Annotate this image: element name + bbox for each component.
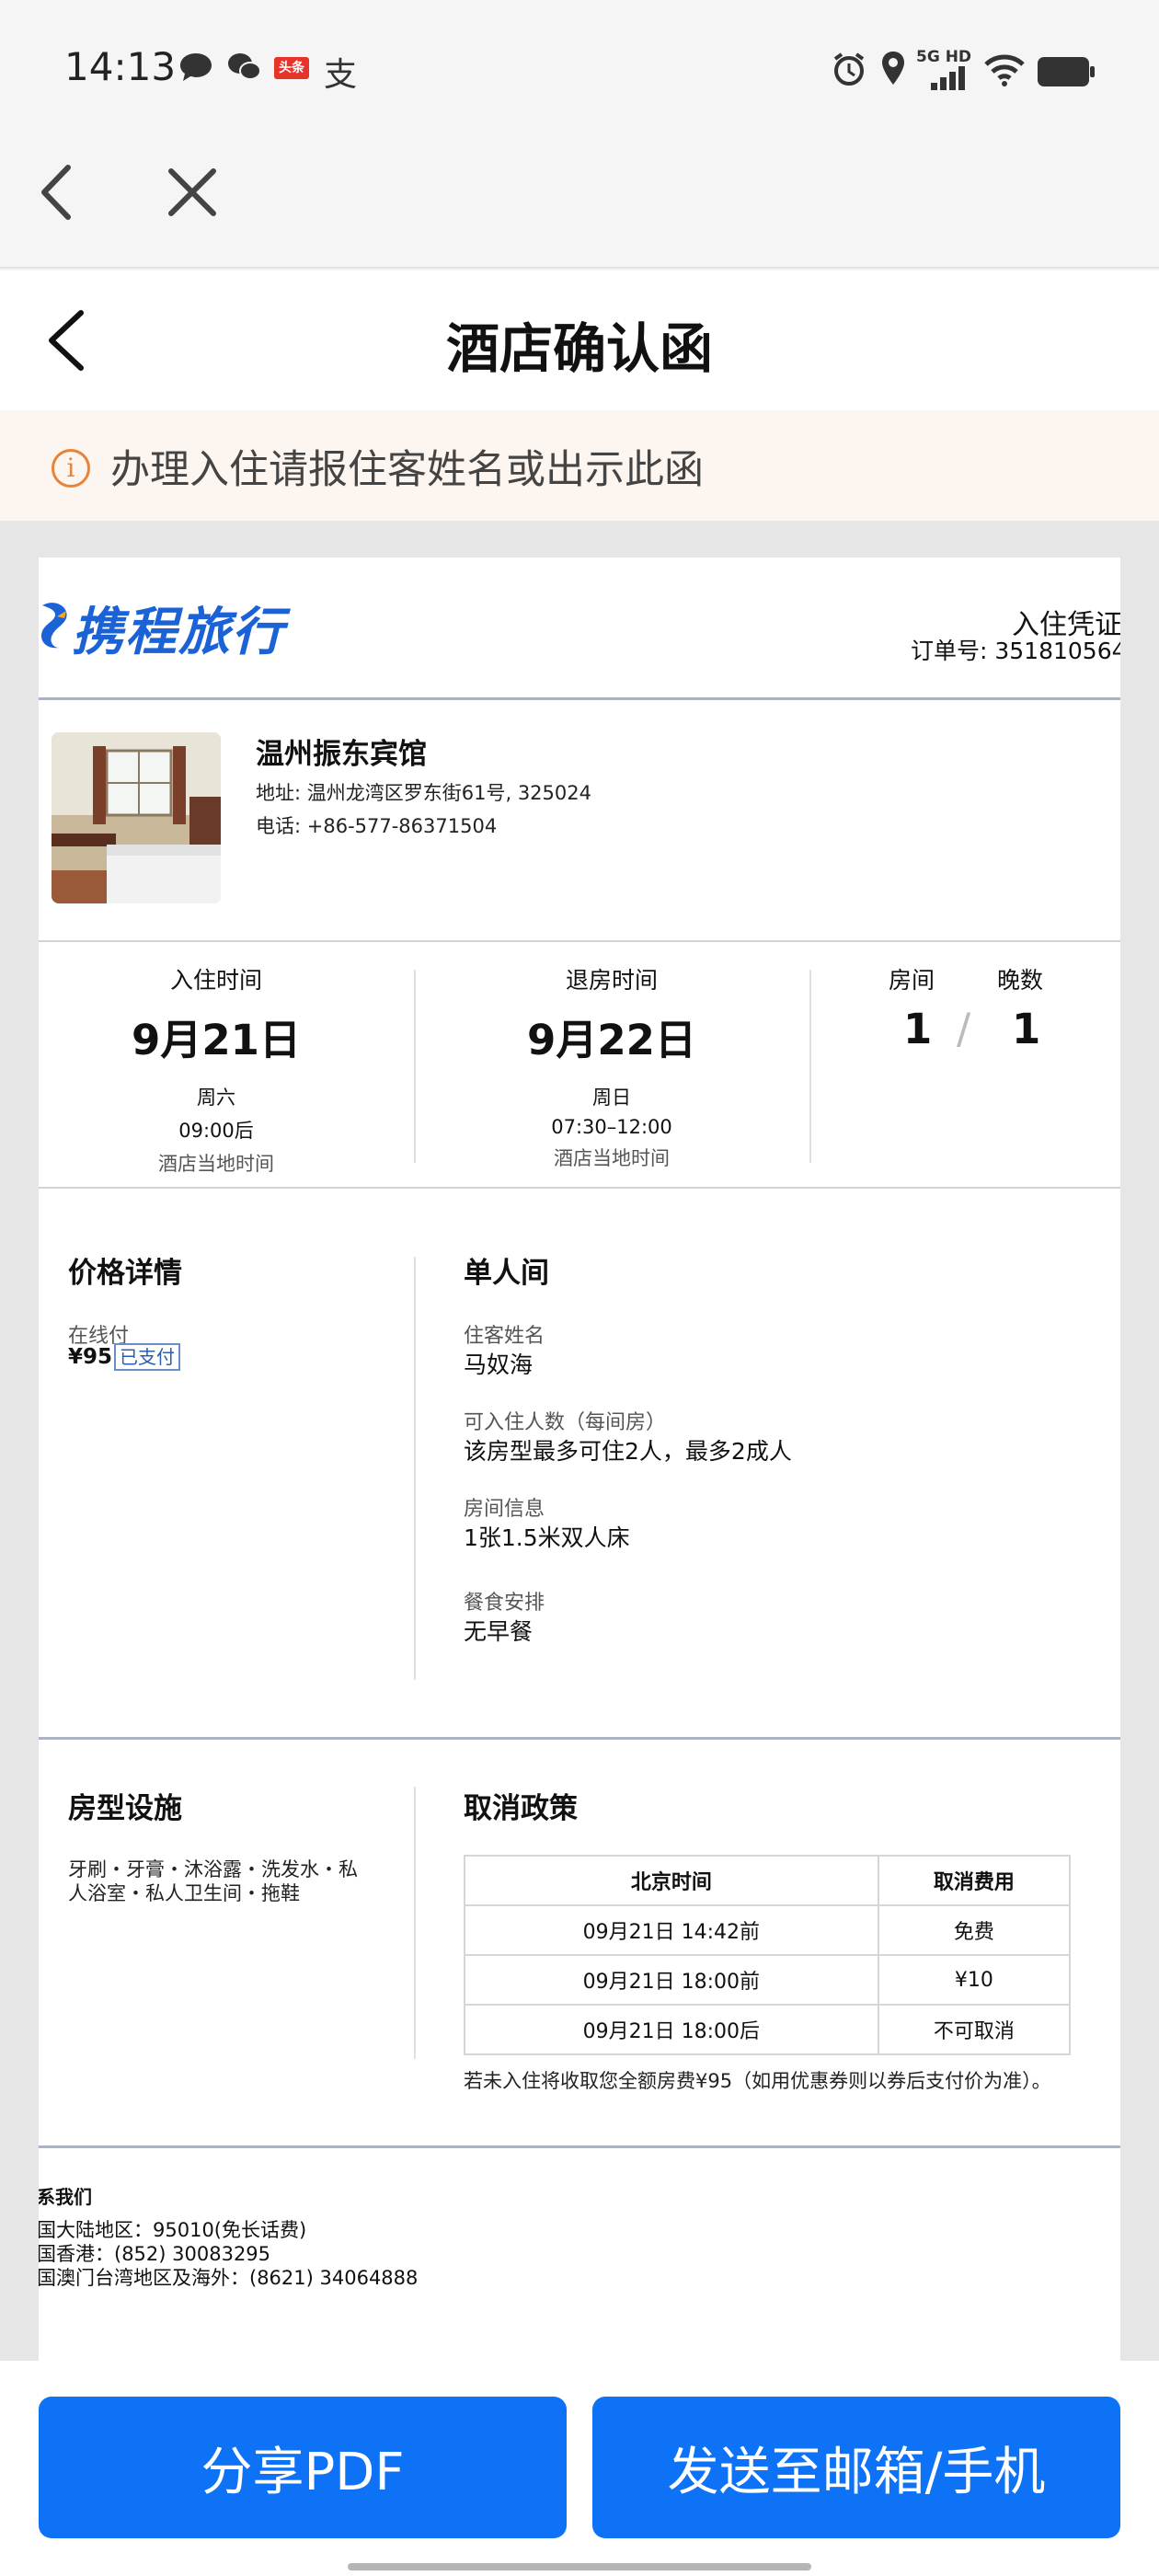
notice-text: 办理入住请报住客姓名或出示此函	[110, 447, 704, 493]
location-icon	[882, 52, 904, 85]
table-cell: 09月21日 18:00前	[464, 1954, 879, 2006]
battery-icon	[1038, 57, 1095, 86]
capacity-value: 该房型最多可住2人，最多2成人	[464, 1438, 792, 1465]
table-cell: 09月21日 14:42前	[464, 1904, 879, 1956]
price-heading: 价格详情	[68, 1257, 182, 1290]
capacity-label: 可入住人数（每间房）	[464, 1411, 667, 1434]
nights-count: 1	[1012, 1005, 1041, 1053]
bottom-action-bar: 分享PDF 发送至邮箱/手机	[0, 2361, 1159, 2576]
home-indicator[interactable]	[348, 2563, 811, 2570]
bed-label: 房间信息	[464, 1498, 545, 1521]
ctrip-logo-icon	[40, 603, 67, 649]
table-row: 09月21日 18:00后 不可取消	[464, 2004, 1072, 2055]
wifi-icon	[984, 54, 1025, 86]
checkin-label: 入住时间	[169, 967, 262, 994]
divider	[39, 1187, 1120, 1189]
table-cell: 09月21日 18:00后	[464, 2004, 879, 2055]
guest-label: 住客姓名	[464, 1325, 545, 1348]
page-title: 酒店确认函	[445, 317, 713, 380]
hotel-voucher-document: 携程旅行 入住凭证 订单号: 3518105645 温州振东宾馆 地址: 温州龙…	[39, 558, 1120, 2398]
table-cell: 免费	[877, 1904, 1072, 1956]
table-row: 09月21日 14:42前 免费	[464, 1904, 1072, 1956]
checkout-time: 07:30–12:00	[551, 1116, 672, 1138]
divider	[39, 1737, 1120, 1740]
send-email-phone-button[interactable]: 发送至邮箱/手机	[592, 2397, 1120, 2538]
hotel-photo	[52, 732, 221, 903]
divider	[39, 2145, 1120, 2148]
meal-label: 餐食安排	[464, 1592, 545, 1615]
network-label: 5G HD	[916, 48, 972, 66]
table-row: 09月21日 18:00前 ¥10	[464, 1954, 1072, 2006]
close-icon[interactable]	[167, 167, 217, 217]
checkin-date: 9月21日	[132, 1016, 301, 1064]
checkout-date: 9月22日	[527, 1016, 696, 1064]
divider	[414, 1257, 416, 1680]
toutiao-icon: 头条	[274, 57, 309, 79]
checkout-note: 酒店当地时间	[554, 1147, 670, 1169]
checkout-block: 退房时间 9月22日 周日 07:30–12:00 酒店当地时间	[414, 962, 809, 1171]
browser-nav	[0, 138, 1159, 269]
table-header-row: 北京时间 取消费用	[464, 1855, 1072, 1906]
share-pdf-button[interactable]: 分享PDF	[39, 2397, 567, 2538]
price-amount: ¥95	[68, 1345, 113, 1369]
order-number: 订单号: 3518105645	[911, 638, 1120, 664]
nights-label: 晚数	[997, 967, 1044, 994]
divider	[809, 970, 811, 1163]
guest-name: 马奴海	[464, 1351, 534, 1378]
table-cell: ¥10	[877, 1954, 1072, 2006]
back-icon[interactable]	[39, 164, 75, 221]
cancel-note: 若未入住将收取您全额房费¥95（如用优惠券则以券后支付价为准）。	[464, 2070, 1051, 2092]
checkin-time: 09:00后	[178, 1120, 254, 1142]
status-bar: 14:13 头条 支 5G HD	[0, 0, 1159, 138]
facilities-line-2: 人浴室・私人卫生间・拖鞋	[68, 1882, 300, 1904]
info-icon: i	[52, 449, 90, 488]
divider	[39, 697, 1120, 700]
hotel-address: 地址: 温州龙湾区罗东街61号, 325024	[256, 782, 591, 804]
brand-name: 携程旅行	[72, 603, 285, 662]
rooms-nights-divider: /	[957, 1005, 971, 1053]
room-type-heading: 单人间	[464, 1257, 549, 1290]
alarm-icon	[833, 52, 865, 86]
alipay-icon: 支	[324, 56, 358, 94]
status-time: 14:13	[64, 44, 177, 89]
cancel-heading: 取消政策	[464, 1792, 578, 1825]
checkout-weekday: 周日	[592, 1087, 631, 1109]
table-cell: 不可取消	[877, 2004, 1072, 2055]
column-header: 北京时间	[464, 1855, 879, 1906]
rooms-count: 1	[903, 1005, 933, 1053]
contact-heading: 系我们	[39, 2186, 92, 2208]
message-icon	[180, 53, 212, 81]
cancel-policy-table: 北京时间 取消费用 09月21日 14:42前 免费 09月21日 18:00前…	[464, 1855, 1072, 2055]
column-header: 取消费用	[877, 1855, 1072, 1906]
contact-line: 国澳门台湾地区及海外：(8621) 34064888	[39, 2267, 419, 2289]
divider	[39, 940, 1120, 942]
checkout-label: 退房时间	[565, 967, 658, 994]
checkin-weekday: 周六	[197, 1087, 235, 1109]
signal-icon	[931, 66, 965, 90]
meal-value: 无早餐	[464, 1618, 534, 1645]
divider	[414, 1787, 416, 2059]
bed-value: 1张1.5米双人床	[464, 1524, 630, 1551]
checkin-block: 入住时间 9月21日 周六 09:00后 酒店当地时间	[39, 962, 394, 1177]
wechat-icon	[228, 53, 261, 80]
hotel-name: 温州振东宾馆	[256, 738, 427, 771]
rooms-label: 房间	[889, 967, 935, 994]
hotel-phone: 电话: +86-577-86371504	[256, 815, 498, 837]
paid-badge: 已支付	[114, 1343, 180, 1371]
checkin-note: 酒店当地时间	[158, 1153, 274, 1175]
checkin-notice: i 办理入住请报住客姓名或出示此函	[0, 410, 1159, 521]
facilities-heading: 房型设施	[68, 1792, 182, 1825]
page-header: 酒店确认函	[0, 270, 1159, 410]
